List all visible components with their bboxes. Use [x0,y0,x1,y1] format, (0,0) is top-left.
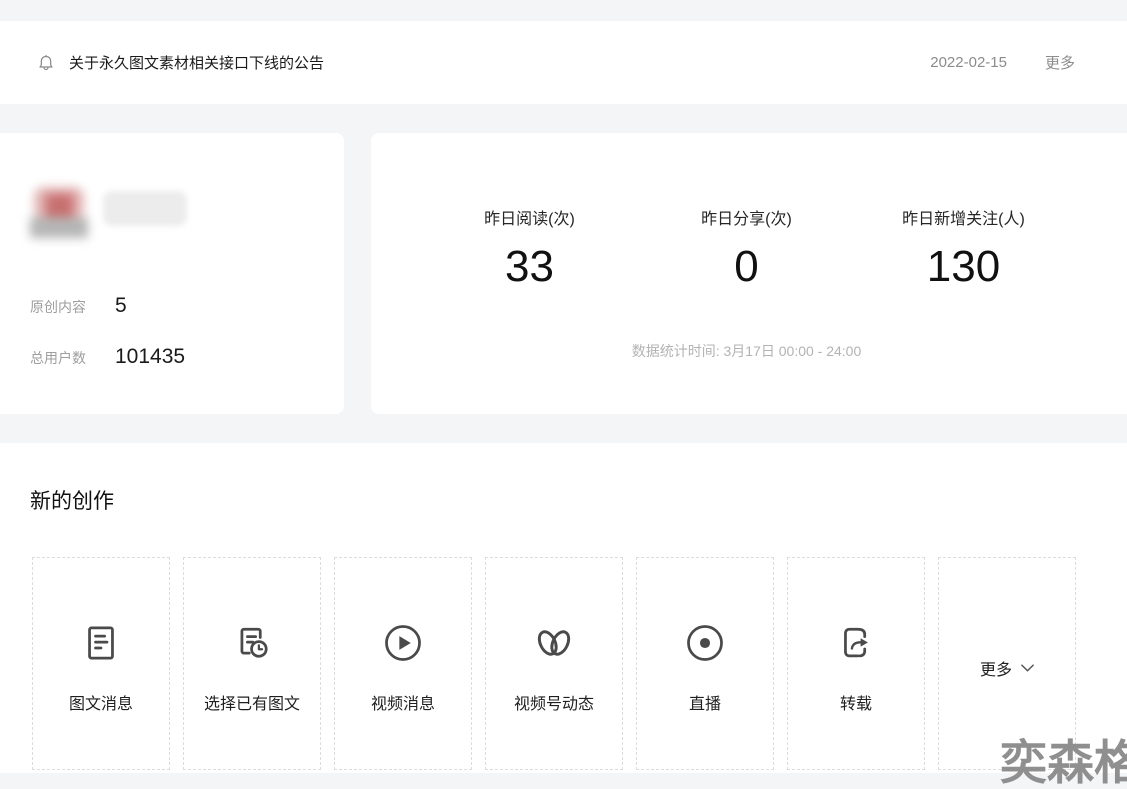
announcement-link[interactable]: 关于永久图文素材相关接口下线的公告 [69,52,324,73]
stat-new-followers-value: 130 [855,243,1072,291]
stat-shares-label: 昨日分享(次) [638,205,855,229]
account-name-blurred [103,191,187,226]
stat-new-followers-label: 昨日新增关注(人) [855,205,1072,229]
bell-icon [36,52,56,74]
original-content-row: 原创内容 5 [30,294,127,318]
video-play-icon [381,621,425,665]
stat-shares: 昨日分享(次) 0 [638,205,855,291]
account-card: 原创内容 5 总用户数 101435 [0,133,344,414]
create-article-card[interactable]: 图文消息 [32,557,170,770]
watermark-logo: 奕森格 [1000,739,1127,786]
creation-card-label: 视频号动态 [514,690,594,714]
creation-card-label: 选择已有图文 [204,690,300,714]
stat-reads-label: 昨日阅读(次) [421,205,638,229]
repost-card[interactable]: 转载 [787,557,925,770]
create-video-card[interactable]: 视频消息 [334,557,472,770]
live-icon [683,621,727,665]
creation-card-label: 视频消息 [371,690,435,714]
channels-post-card[interactable]: 视频号动态 [485,557,623,770]
choose-existing-article-card[interactable]: 选择已有图文 [183,557,321,770]
section-title: 新的创作 [30,485,114,515]
avatar [30,182,88,240]
creation-more-label: 更多 [980,656,1012,680]
stat-reads: 昨日阅读(次) 33 [421,205,638,291]
article-clock-icon [230,621,274,665]
stat-new-followers: 昨日新增关注(人) 130 [855,205,1072,291]
announcement-bar: 关于永久图文素材相关接口下线的公告 2022-02-15 更多 [0,21,1127,104]
stat-shares-value: 0 [638,243,855,291]
chevron-down-icon [1021,664,1034,672]
creation-cards-row: 图文消息 选择已有图文 视频消息 [32,557,1076,770]
live-stream-card[interactable]: 直播 [636,557,774,770]
creation-card-label: 直播 [689,690,721,714]
total-users-label: 总用户数 [30,348,115,368]
repost-icon [834,621,878,665]
total-users-value: 101435 [115,345,185,369]
original-content-value: 5 [115,294,127,318]
article-icon [79,621,123,665]
stat-reads-value: 33 [421,243,638,291]
new-creation-section: 新的创作 图文消息 [0,443,1127,773]
creation-card-label: 图文消息 [69,690,133,714]
announcement-more-link[interactable]: 更多 [1045,52,1075,73]
creation-card-label: 转载 [840,690,872,714]
channels-icon [532,621,576,665]
yesterday-stats-card: 昨日阅读(次) 33 昨日分享(次) 0 昨日新增关注(人) 130 数据统计时… [371,133,1127,414]
stats-time-note: 数据统计时间: 3月17日 00:00 - 24:00 [421,341,1072,361]
total-users-row: 总用户数 101435 [30,345,185,369]
announcement-date: 2022-02-15 [930,54,1007,71]
original-content-label: 原创内容 [30,297,115,317]
